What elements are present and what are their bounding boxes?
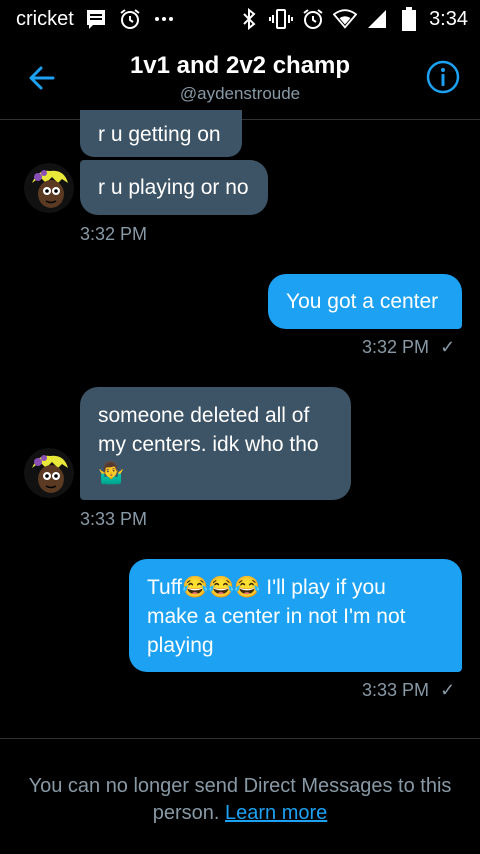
- message-text-line: Tuff😂😂😂 I'll play if you: [147, 576, 386, 599]
- message-timestamp-row: 3:32 PM ✓: [362, 337, 455, 358]
- notice-text-block: You can no longer send Direct Messages t…: [20, 773, 460, 827]
- avatar[interactable]: [24, 448, 74, 498]
- message-timestamp: 3:32 PM: [80, 224, 148, 244]
- status-time: 3:34: [429, 7, 468, 30]
- message-bubble-outgoing[interactable]: You got a center: [268, 274, 462, 329]
- signal-icon: [365, 7, 389, 31]
- message-bubble-incoming[interactable]: r u playing or no: [80, 160, 268, 215]
- wifi-icon: [333, 7, 358, 31]
- message-text: You got a center: [286, 290, 439, 313]
- shrug-emoji: 🤷‍♂️: [98, 462, 125, 485]
- conversation-header: 1v1 and 2v2 champ @aydenstroude: [0, 38, 480, 120]
- message-bubble-incoming[interactable]: someone deleted all of my centers. idk w…: [80, 387, 351, 500]
- sent-check-icon: ✓: [440, 680, 456, 700]
- carrier-name: cricket: [16, 7, 74, 30]
- status-bar: cricket 3:34: [0, 0, 480, 38]
- battery-icon: [397, 7, 421, 31]
- message-text-line: make a center in not I'm not: [147, 605, 406, 628]
- message-text: r u playing or no: [98, 176, 249, 199]
- dots-icon: [152, 7, 176, 31]
- conversation-handle: @aydenstroude: [179, 84, 301, 103]
- message-text-line: someone deleted all of: [98, 404, 310, 427]
- sent-check-icon: ✓: [440, 337, 456, 357]
- message-bubble-outgoing[interactable]: Tuff😂😂😂 I'll play if you make a center i…: [129, 559, 462, 672]
- alarm-icon: [118, 7, 142, 31]
- message-timestamp: 3:33 PM: [362, 680, 430, 700]
- bluetooth-icon: [237, 7, 261, 31]
- message-text: r u getting on: [98, 123, 221, 146]
- message-timestamp: 3:32 PM: [362, 337, 430, 357]
- avatar[interactable]: [24, 163, 74, 213]
- dm-disabled-notice: You can no longer send Direct Messages t…: [0, 738, 480, 854]
- status-left: cricket: [16, 7, 176, 31]
- conversation-title: 1v1 and 2v2 champ: [129, 52, 351, 79]
- message-timestamp: 3:33 PM: [80, 509, 148, 529]
- message-icon: [84, 7, 108, 31]
- info-icon[interactable]: [426, 60, 460, 94]
- learn-more-link[interactable]: Learn more: [225, 802, 327, 824]
- message-text-line: playing: [147, 634, 214, 657]
- message-text-line: my centers. idk who tho: [98, 433, 319, 456]
- vibrate-icon: [269, 7, 294, 31]
- status-right: 3:34: [237, 7, 468, 31]
- message-timestamp-row: 3:33 PM ✓: [362, 680, 455, 701]
- alarm-icon: [301, 7, 325, 31]
- message-bubble-incoming[interactable]: r u getting on: [80, 110, 242, 157]
